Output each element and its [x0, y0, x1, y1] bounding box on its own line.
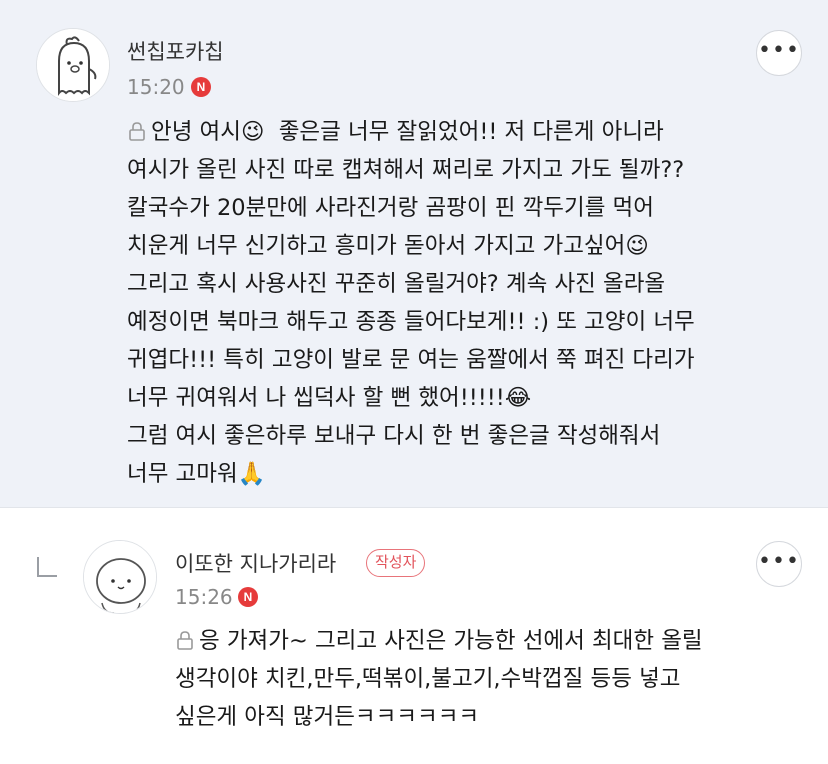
- more-options-button[interactable]: •••: [756, 30, 802, 76]
- new-badge: N: [238, 587, 258, 607]
- comment-time: 15:26: [175, 585, 233, 609]
- comment-text: 응 가져가~ 그리고 사진은 가능한 선에서 최대한 올릴 생각이야 치킨,만두…: [175, 628, 703, 730]
- comment-body: 안녕 여시😉 좋은글 너무 잘읽었어!! 저 다른게 아니라 여시가 올린 사진…: [127, 113, 807, 493]
- lock-icon: [177, 631, 193, 650]
- avatar[interactable]: [83, 540, 157, 614]
- more-options-button[interactable]: •••: [756, 541, 802, 587]
- comment-author[interactable]: 이또한 지나가리라: [175, 548, 336, 578]
- more-options-icon: •••: [758, 38, 800, 63]
- reply-arrow-icon: [37, 557, 57, 577]
- avatar[interactable]: [36, 28, 110, 102]
- writer-badge: 작성자: [366, 549, 426, 577]
- comment-author[interactable]: 썬칩포카칩: [127, 36, 224, 66]
- comment-time: 15:20: [127, 75, 185, 99]
- new-badge: N: [191, 77, 211, 97]
- more-options-icon: •••: [758, 549, 800, 574]
- round-face-avatar-icon: [84, 541, 156, 613]
- lock-icon: [129, 122, 145, 141]
- ghost-character-avatar-icon: [37, 29, 109, 101]
- comment-item: 썬칩포카칩 15:20 N ••• 안녕 여시😉 좋은글 너무 잘읽었어!! 저…: [0, 0, 828, 508]
- comment-text: 안녕 여시😉 좋은글 너무 잘읽었어!! 저 다른게 아니라 여시가 올린 사진…: [127, 119, 695, 487]
- comment-body: 응 가져가~ 그리고 사진은 가능한 선에서 최대한 올릴 생각이야 치킨,만두…: [175, 622, 815, 736]
